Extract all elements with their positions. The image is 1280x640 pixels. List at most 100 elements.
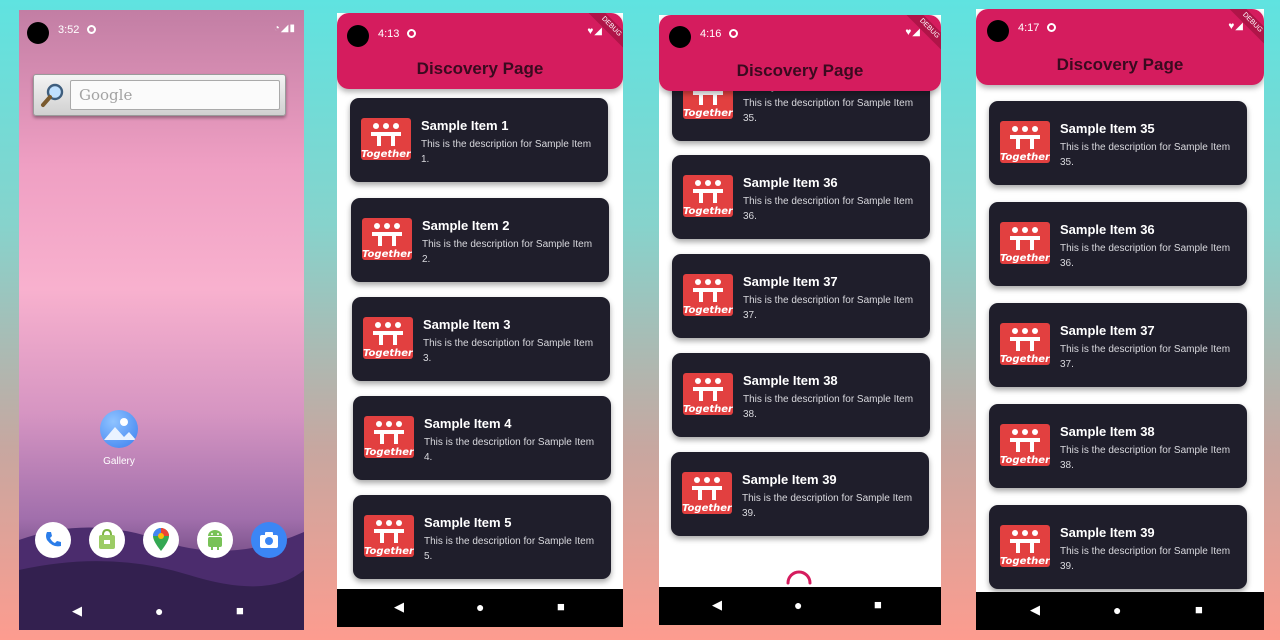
back-button[interactable]: ◀ — [712, 597, 722, 613]
item-card[interactable]: Together Sample Item 36 This is the descri… — [989, 202, 1247, 286]
home-screen-phone: 3:52 ◔◢▮ Gallery — [19, 10, 304, 630]
app-bar: 4:13 ♥◢ DEBUG Discovery Page — [337, 13, 623, 89]
home-button[interactable]: ● — [1113, 602, 1121, 618]
recents-button[interactable]: ■ — [236, 603, 244, 618]
back-button[interactable]: ◀ — [1030, 602, 1040, 618]
notification-icon — [407, 29, 416, 38]
store-icon[interactable] — [89, 522, 125, 558]
maps-icon[interactable] — [143, 522, 179, 558]
signal-battery-icon: ♥◢ — [587, 26, 603, 37]
notification-icon — [729, 29, 738, 38]
item-card[interactable]: Together Sample Item 3 This is the descrip… — [352, 297, 610, 381]
gallery-icon — [100, 410, 138, 448]
google-search-input[interactable] — [70, 80, 280, 110]
logo-text: Together — [683, 305, 733, 316]
google-search-widget[interactable] — [33, 74, 286, 116]
logo-text: Together — [1000, 354, 1050, 365]
back-button[interactable]: ◀ — [394, 599, 404, 615]
logo-text: Together — [364, 447, 414, 458]
item-title: Sample Item 35 — [1060, 121, 1155, 136]
item-description: This is the description for Sample Item … — [422, 239, 593, 265]
item-title: Sample Item 38 — [1060, 424, 1155, 439]
discovery-phone-loading: TogetherSample Item 35This is the descri… — [659, 15, 941, 625]
app-bar: 4:17 ♥◢ DEBUG Discovery Page — [976, 9, 1264, 85]
signal-battery-icon: ♥◢ — [905, 27, 921, 38]
item-card[interactable]: Together Sample Item 1 This is the descrip… — [350, 98, 608, 182]
item-title: Sample Item 2 — [422, 218, 510, 233]
item-title: Sample Item 37 — [743, 274, 838, 289]
home-button[interactable]: ● — [476, 599, 484, 615]
item-card[interactable]: Together Sample Item 39 This is the descri… — [671, 452, 929, 536]
together-logo-icon: Together — [683, 274, 734, 316]
item-card[interactable]: Together Sample Item 5 This is the descrip… — [353, 495, 611, 579]
item-card[interactable]: Together Sample Item 4 This is the descrip… — [353, 396, 611, 480]
item-card[interactable]: Together Sample Item 38 This is the descri… — [672, 353, 930, 437]
item-description: This is the description for Sample Item … — [743, 295, 914, 321]
front-camera — [347, 25, 369, 47]
recents-button[interactable]: ■ — [557, 599, 565, 614]
discovery-phone-top: 4:13 ♥◢ DEBUG Discovery Page Together Sam… — [337, 13, 623, 627]
together-logo-icon: Together — [364, 416, 415, 458]
item-title: Sample Item 36 — [1060, 222, 1155, 237]
item-title: Sample Item 36 — [743, 175, 838, 190]
logo-text: Together — [363, 348, 413, 359]
notification-icon — [87, 25, 96, 34]
discovery-phone-scrolled: 4:17 ♥◢ DEBUG Discovery Page Together Sam… — [976, 9, 1264, 630]
front-camera — [669, 26, 691, 48]
home-button[interactable]: ● — [794, 597, 802, 613]
system-nav-bar: ◀ ● ■ — [19, 592, 304, 630]
app-bar: 4:16 ♥◢ DEBUG Discovery Page — [659, 15, 941, 91]
together-logo-icon: Together — [364, 515, 415, 557]
together-logo-icon: Together — [1000, 121, 1051, 163]
together-logo-icon: Together — [1000, 525, 1051, 567]
together-logo-icon: Together — [363, 317, 414, 359]
system-nav-bar: ◀ ● ■ — [659, 587, 941, 625]
item-card[interactable]: Together Sample Item 2 This is the descrip… — [351, 198, 609, 282]
item-title: Sample Item 38 — [743, 373, 838, 388]
item-description: This is the description for Sample Item … — [421, 139, 592, 165]
android-icon[interactable] — [197, 522, 233, 558]
item-title: Sample Item 1 — [421, 118, 509, 133]
item-card[interactable]: Together Sample Item 39 This is the descri… — [989, 505, 1247, 589]
back-button[interactable]: ◀ — [72, 603, 82, 619]
logo-text: Together — [683, 404, 733, 415]
signal-battery-icon: ♥◢ — [1228, 21, 1244, 32]
together-logo-icon: Together — [362, 218, 413, 260]
item-card[interactable]: Together Sample Item 38 This is the descri… — [989, 404, 1247, 488]
item-description: This is the description for Sample Item … — [742, 493, 913, 519]
item-title: Sample Item 39 — [1060, 525, 1155, 540]
system-nav-bar: ◀ ● ■ — [976, 592, 1264, 630]
page-title: Discovery Page — [416, 59, 544, 78]
item-description: This is the description for Sample Item … — [424, 536, 595, 562]
home-button[interactable]: ● — [155, 603, 163, 619]
together-logo-icon: Together — [683, 175, 734, 217]
signal-battery-icon: ◔◢▮ — [273, 23, 296, 34]
item-description: This is the description for Sample Item … — [1060, 344, 1231, 370]
status-time: 4:16 — [700, 28, 722, 40]
gallery-label: Gallery — [103, 456, 135, 467]
item-title: Sample Item 5 — [424, 515, 512, 530]
item-description: This is the description for Sample Item … — [1060, 546, 1231, 572]
recents-button[interactable]: ■ — [1195, 602, 1203, 617]
item-title: Sample Item 37 — [1060, 323, 1155, 338]
together-logo-icon: Together — [682, 472, 733, 514]
page-title: Discovery Page — [1056, 55, 1184, 74]
item-card[interactable]: Together Sample Item 37 This is the descri… — [672, 254, 930, 338]
item-card[interactable]: Together Sample Item 37 This is the descri… — [989, 303, 1247, 387]
front-camera — [987, 20, 1009, 42]
item-card[interactable]: Together Sample Item 36 This is the descri… — [672, 155, 930, 239]
item-description: This is the description for Sample Item … — [1060, 445, 1231, 471]
gallery-app[interactable]: Gallery — [89, 410, 149, 467]
page-title: Discovery Page — [736, 61, 864, 80]
logo-text: Together — [1000, 556, 1050, 567]
logo-text: Together — [361, 149, 411, 160]
item-description: This is the description for Sample Item … — [743, 394, 914, 420]
camera-icon[interactable] — [251, 522, 287, 558]
item-title: Sample Item 39 — [742, 472, 837, 487]
logo-text: Together — [364, 546, 414, 557]
phone-icon[interactable] — [35, 522, 71, 558]
recents-button[interactable]: ■ — [874, 597, 882, 612]
together-logo-icon: Together — [361, 118, 412, 160]
together-logo-icon: Together — [683, 373, 734, 415]
item-card[interactable]: Together Sample Item 35 This is the descri… — [989, 101, 1247, 185]
